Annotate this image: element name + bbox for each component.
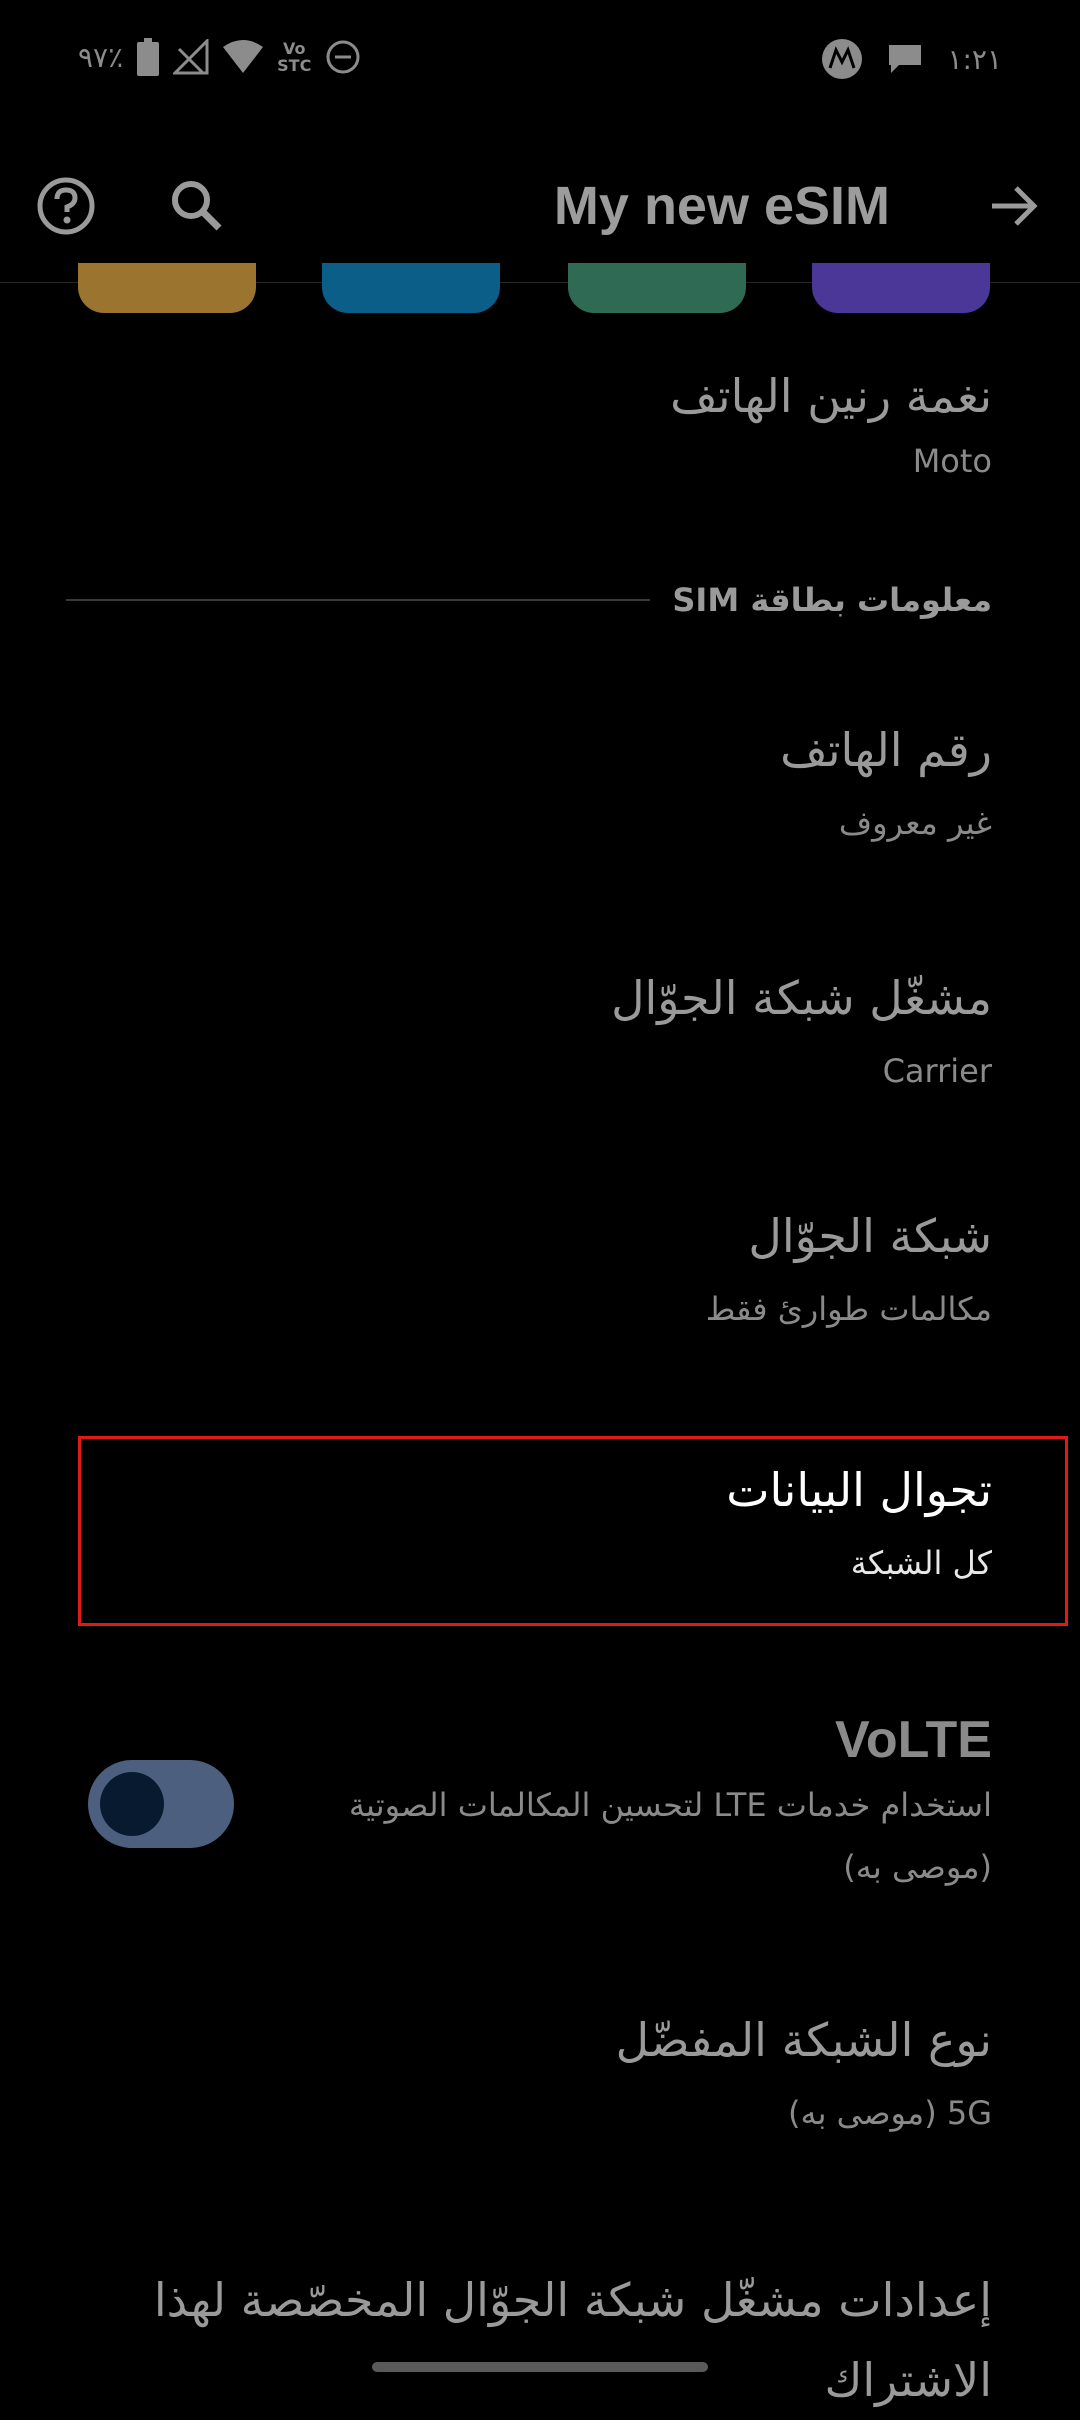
carrier-title: مشغّل شبكة الجوّال bbox=[611, 971, 992, 1025]
status-bar: ٩٧٪ Vo STC ١:٢١ bbox=[0, 0, 1080, 130]
color-swatch-green[interactable] bbox=[568, 263, 746, 313]
volte-description: استخدام خدمات LTE لتحسين المكالمات الصوت… bbox=[348, 1786, 992, 1824]
ringtone-title: نغمة رنين الهاتف bbox=[670, 369, 992, 423]
help-circle-icon bbox=[37, 177, 95, 235]
phone-number-value: غير معروف bbox=[838, 804, 992, 842]
volte-recommended: (موصى به) bbox=[843, 1848, 992, 1886]
help-button[interactable] bbox=[34, 174, 98, 238]
color-swatch-purple[interactable] bbox=[812, 263, 990, 313]
mobile-network-item[interactable]: شبكة الجوّال مكالمات طوارئ فقط bbox=[706, 1206, 992, 1334]
carrier-settings-title-line2: الاشتراك bbox=[824, 2353, 992, 2407]
data-roaming-item[interactable]: تجوال البيانات كل الشبكة bbox=[726, 1460, 992, 1588]
phone-number-title: رقم الهاتف bbox=[780, 723, 992, 777]
status-right: ١:٢١ bbox=[821, 38, 1002, 80]
color-swatch-blue[interactable] bbox=[322, 263, 500, 313]
volte-toggle[interactable] bbox=[88, 1760, 234, 1848]
mobile-network-title: شبكة الجوّال bbox=[748, 1209, 992, 1263]
wifi-icon bbox=[223, 39, 264, 75]
mobile-network-value: مكالمات طوارئ فقط bbox=[705, 1290, 992, 1328]
ringtone-item[interactable]: نغمة رنين الهاتف Moto bbox=[670, 366, 992, 486]
color-swatch-orange[interactable] bbox=[78, 263, 256, 313]
volte-item[interactable]: VoLTE استخدام خدمات LTE لتحسين المكالمات… bbox=[349, 1710, 992, 1898]
app-bar: My new eSIM bbox=[0, 130, 1080, 283]
motorola-icon bbox=[821, 38, 863, 80]
search-icon bbox=[172, 181, 222, 231]
toggle-knob bbox=[100, 1772, 164, 1836]
chat-icon bbox=[885, 41, 925, 77]
no-signal-icon bbox=[173, 39, 209, 75]
data-roaming-title: تجوال البيانات bbox=[726, 1463, 992, 1517]
sim-info-section: معلومات بطاقة SIM bbox=[66, 572, 992, 628]
volte-status-icon: Vo STC bbox=[277, 40, 311, 74]
volte-status-top: Vo bbox=[282, 39, 306, 58]
arrow-forward-icon bbox=[992, 186, 1038, 226]
page-title: My new eSIM bbox=[553, 176, 890, 236]
forward-button[interactable] bbox=[982, 174, 1046, 238]
navigation-handle[interactable] bbox=[372, 2362, 708, 2372]
volte-status-bottom: STC bbox=[277, 56, 312, 75]
carrier-settings-title-line1: إعدادات مشغّل شبكة الجوّال المخصّصة لهذا bbox=[153, 2273, 992, 2327]
ringtone-value: Moto bbox=[912, 442, 992, 480]
section-header-label: معلومات بطاقة SIM bbox=[672, 581, 992, 619]
do-not-disturb-icon bbox=[325, 39, 361, 75]
phone-number-item[interactable]: رقم الهاتف غير معروف bbox=[780, 720, 992, 848]
carrier-settings-item[interactable]: إعدادات مشغّل شبكة الجوّال المخصّصة لهذا… bbox=[154, 2260, 992, 2420]
battery-icon bbox=[137, 38, 160, 76]
carrier-item[interactable]: مشغّل شبكة الجوّال Carrier bbox=[611, 968, 992, 1096]
status-left: ٩٧٪ Vo STC bbox=[78, 38, 361, 76]
carrier-value: Carrier bbox=[882, 1052, 992, 1090]
volte-title: VoLTE bbox=[835, 1711, 992, 1769]
preferred-network-value: 5G (موصى به) bbox=[787, 2094, 992, 2132]
preferred-network-title: نوع الشبكة المفضّل bbox=[615, 2013, 992, 2067]
preferred-network-item[interactable]: نوع الشبكة المفضّل 5G (موصى به) bbox=[616, 2010, 992, 2138]
section-divider bbox=[66, 599, 651, 601]
data-roaming-value: كل الشبكة bbox=[850, 1544, 992, 1582]
battery-percent: ٩٧٪ bbox=[78, 40, 124, 74]
status-time: ١:٢١ bbox=[947, 42, 1002, 76]
sim-color-picker bbox=[0, 263, 1080, 313]
search-button[interactable] bbox=[165, 174, 229, 238]
